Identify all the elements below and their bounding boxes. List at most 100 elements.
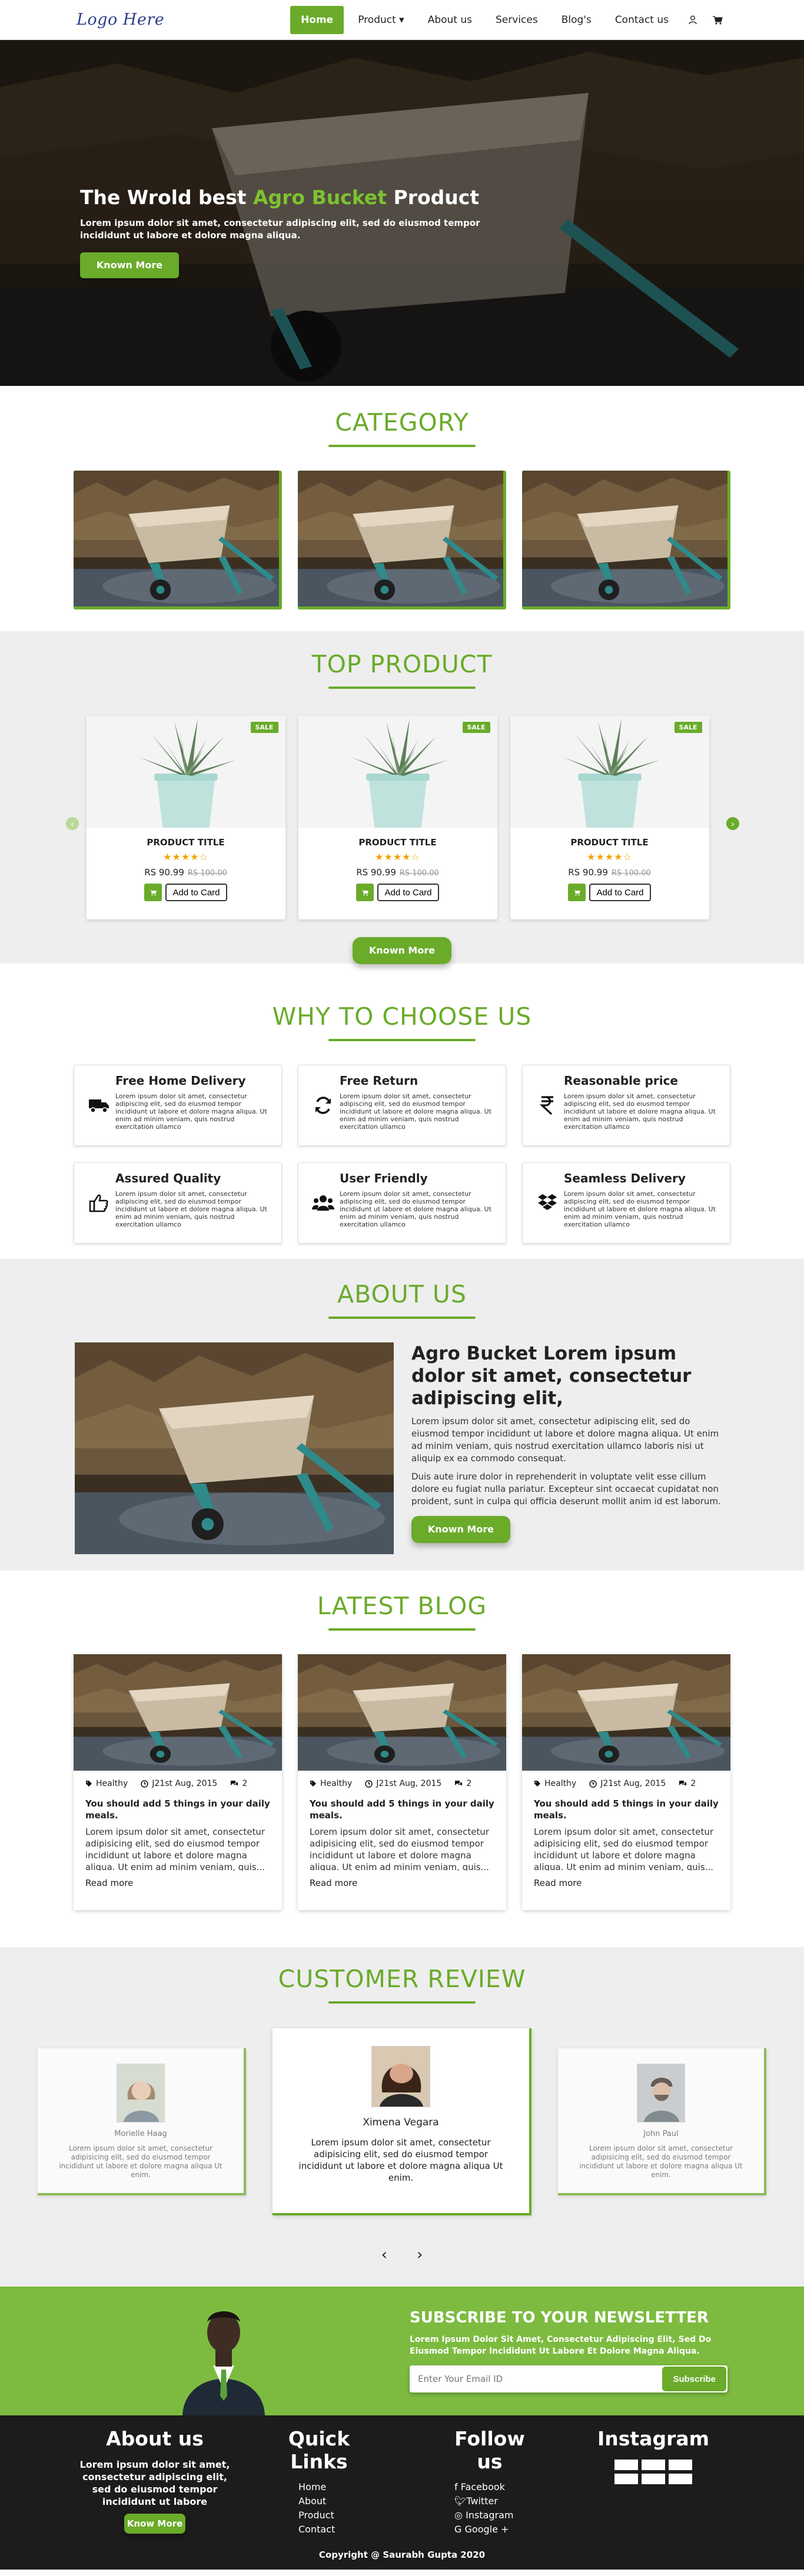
review-prev-button[interactable]: ‹ — [381, 2246, 387, 2264]
footer-link-contact[interactable]: Contact — [298, 2522, 372, 2537]
cart-icon[interactable] — [568, 884, 586, 901]
product-actions: Add to Card — [510, 884, 709, 901]
blog-tag[interactable]: Healthy — [310, 1779, 352, 1788]
product-price: RS 90.99 RS 100.00 — [510, 867, 709, 878]
social-facebook[interactable]: f Facebook — [454, 2480, 537, 2494]
add-to-cart-button[interactable]: Add to Card — [165, 884, 227, 901]
read-more-link[interactable]: Read more — [522, 1871, 730, 1888]
product-card[interactable]: SALE PRODUCT TITLE ★★★★☆ RS 90.99 RS 100.… — [86, 716, 285, 919]
nav-services[interactable]: Services — [486, 5, 547, 35]
blog-comments[interactable]: 2 — [230, 1779, 247, 1788]
product-card[interactable]: SALE PRODUCT TITLE ★★★★☆ RS 90.99 RS 100.… — [298, 716, 497, 919]
blog-list: Healthy J21st Aug, 2015 2 You should add… — [0, 1654, 804, 1910]
add-to-cart-button[interactable]: Add to Card — [589, 884, 651, 901]
quick-links-list: Home About Product Contact — [266, 2480, 372, 2537]
instagram-thumb[interactable] — [642, 2474, 665, 2484]
footer-link-about[interactable]: About — [298, 2494, 372, 2508]
thumbs-up-icon — [82, 1171, 115, 1235]
subscribe-button[interactable]: Subscribe — [662, 2367, 726, 2391]
blog-post-title[interactable]: You should add 5 things in your daily me… — [74, 1788, 282, 1821]
review-next-button[interactable]: › — [417, 2246, 423, 2264]
about-paragraph-2: Duis aute irure dolor in reprehenderit i… — [411, 1471, 721, 1507]
blog-tag[interactable]: Healthy — [534, 1779, 576, 1788]
blog-image[interactable] — [298, 1654, 506, 1771]
category-card[interactable] — [74, 471, 282, 609]
feature-card: Free Home Delivery Lorem ipsum dolor sit … — [74, 1065, 282, 1146]
blog-date: J21st Aug, 2015 — [365, 1779, 441, 1788]
footer-know-more-button[interactable]: Know More — [124, 2514, 185, 2534]
why-title: WHY TO CHOOSE US — [272, 1002, 532, 1031]
top-product-section: TOP PRODUCT ‹ › SALE PRODUCT TITLE ★★★★☆… — [0, 631, 804, 964]
nav-blog[interactable]: Blog's — [552, 5, 601, 35]
sale-badge: SALE — [462, 722, 490, 733]
feature-grid: Free Home Delivery Lorem ipsum dolor sit … — [0, 1065, 804, 1244]
cart-icon[interactable] — [144, 884, 162, 901]
blog-image[interactable] — [74, 1654, 282, 1771]
title-underline — [328, 1628, 476, 1631]
about-known-more-button[interactable]: Known More — [411, 1516, 510, 1543]
newsletter-section: SUBSCRIBE TO YOUR NEWSLETTER Lorem Ipsum… — [0, 2287, 804, 2415]
carousel-prev-button[interactable]: ‹ — [66, 817, 79, 830]
footer-link-home[interactable]: Home — [298, 2480, 372, 2494]
sale-badge: SALE — [250, 722, 278, 733]
footer-quick-links: Quick Links Home About Product Contact — [266, 2427, 372, 2537]
hero-known-more-button[interactable]: Known More — [80, 252, 179, 278]
blog-section: LATEST BLOG Healthy J21st Aug, 2015 2 Yo… — [0, 1571, 804, 1947]
tag-icon — [534, 1781, 540, 1787]
feature-card: Free Return Lorem ipsum dolor sit amet, c… — [298, 1065, 506, 1146]
carousel-next-button[interactable]: › — [726, 817, 739, 830]
newsletter-person-image — [182, 2311, 265, 2415]
top-navbar: Logo Here Home Product ▾ About us Servic… — [0, 0, 804, 40]
rating-stars: ★★★★☆ — [587, 851, 632, 862]
nav-product[interactable]: Product ▾ — [348, 5, 414, 35]
read-more-link[interactable]: Read more — [298, 1871, 506, 1888]
users-icon — [307, 1171, 340, 1235]
product-actions: Add to Card — [87, 884, 285, 901]
blog-date: J21st Aug, 2015 — [589, 1779, 666, 1788]
truck-icon — [82, 1074, 115, 1137]
nav-home[interactable]: Home — [290, 5, 344, 34]
avatar — [371, 2046, 430, 2107]
category-card[interactable] — [522, 471, 730, 609]
price-current: RS 90.99 — [144, 867, 184, 878]
instagram-thumb[interactable] — [614, 2460, 638, 2470]
logo[interactable]: Logo Here — [77, 11, 164, 29]
social-google-plus[interactable]: G Google + — [454, 2522, 537, 2537]
blog-post-title[interactable]: You should add 5 things in your daily me… — [522, 1788, 730, 1821]
cart-icon[interactable] — [356, 884, 374, 901]
footer-about: About us Lorem ipsum dolor sit amet, con… — [75, 2427, 234, 2534]
category-section: CATEGORY — [0, 386, 804, 631]
products-known-more-button[interactable]: Known More — [353, 937, 451, 964]
social-instagram[interactable]: ◎ Instagram — [454, 2508, 537, 2522]
read-more-link[interactable]: Read more — [74, 1871, 282, 1888]
nav-about[interactable]: About us — [418, 5, 481, 35]
category-card[interactable] — [298, 471, 506, 609]
blog-image[interactable] — [522, 1654, 730, 1771]
blog-tag[interactable]: Healthy — [85, 1779, 128, 1788]
nav-contact[interactable]: Contact us — [606, 5, 678, 35]
blog-comments[interactable]: 2 — [679, 1779, 696, 1788]
blog-meta: Healthy J21st Aug, 2015 2 — [74, 1771, 282, 1788]
hero-banner: The Wrold best Agro Bucket Product Lorem… — [0, 40, 804, 386]
feature-text: Lorem ipsum dolor sit amet, consectetur … — [564, 1092, 716, 1131]
blog-comments[interactable]: 2 — [454, 1779, 471, 1788]
product-title: PRODUCT TITLE — [570, 837, 649, 848]
footer-about-title: About us — [106, 2427, 204, 2450]
instagram-thumb[interactable] — [669, 2474, 692, 2484]
blog-meta: Healthy J21st Aug, 2015 2 — [522, 1771, 730, 1788]
email-input[interactable] — [410, 2365, 662, 2392]
cart-icon[interactable] — [707, 10, 727, 30]
hero-text: Lorem ipsum dolor sit amet, consectetur … — [80, 218, 480, 241]
instagram-thumb[interactable] — [614, 2474, 638, 2484]
add-to-cart-button[interactable]: Add to Card — [377, 884, 439, 901]
instagram-thumb[interactable] — [642, 2460, 665, 2470]
instagram-title: Instagram — [597, 2427, 709, 2450]
blog-post-title[interactable]: You should add 5 things in your daily me… — [298, 1788, 506, 1821]
product-card[interactable]: SALE PRODUCT TITLE ★★★★☆ RS 90.99 RS 100.… — [510, 716, 709, 919]
user-icon[interactable] — [683, 10, 703, 30]
dropbox-icon — [531, 1171, 564, 1235]
instagram-thumb[interactable] — [669, 2460, 692, 2470]
feature-title: User Friendly — [340, 1171, 428, 1185]
social-twitter[interactable]: 🐦︎Twitter — [454, 2494, 537, 2508]
footer-link-product[interactable]: Product — [298, 2508, 372, 2522]
